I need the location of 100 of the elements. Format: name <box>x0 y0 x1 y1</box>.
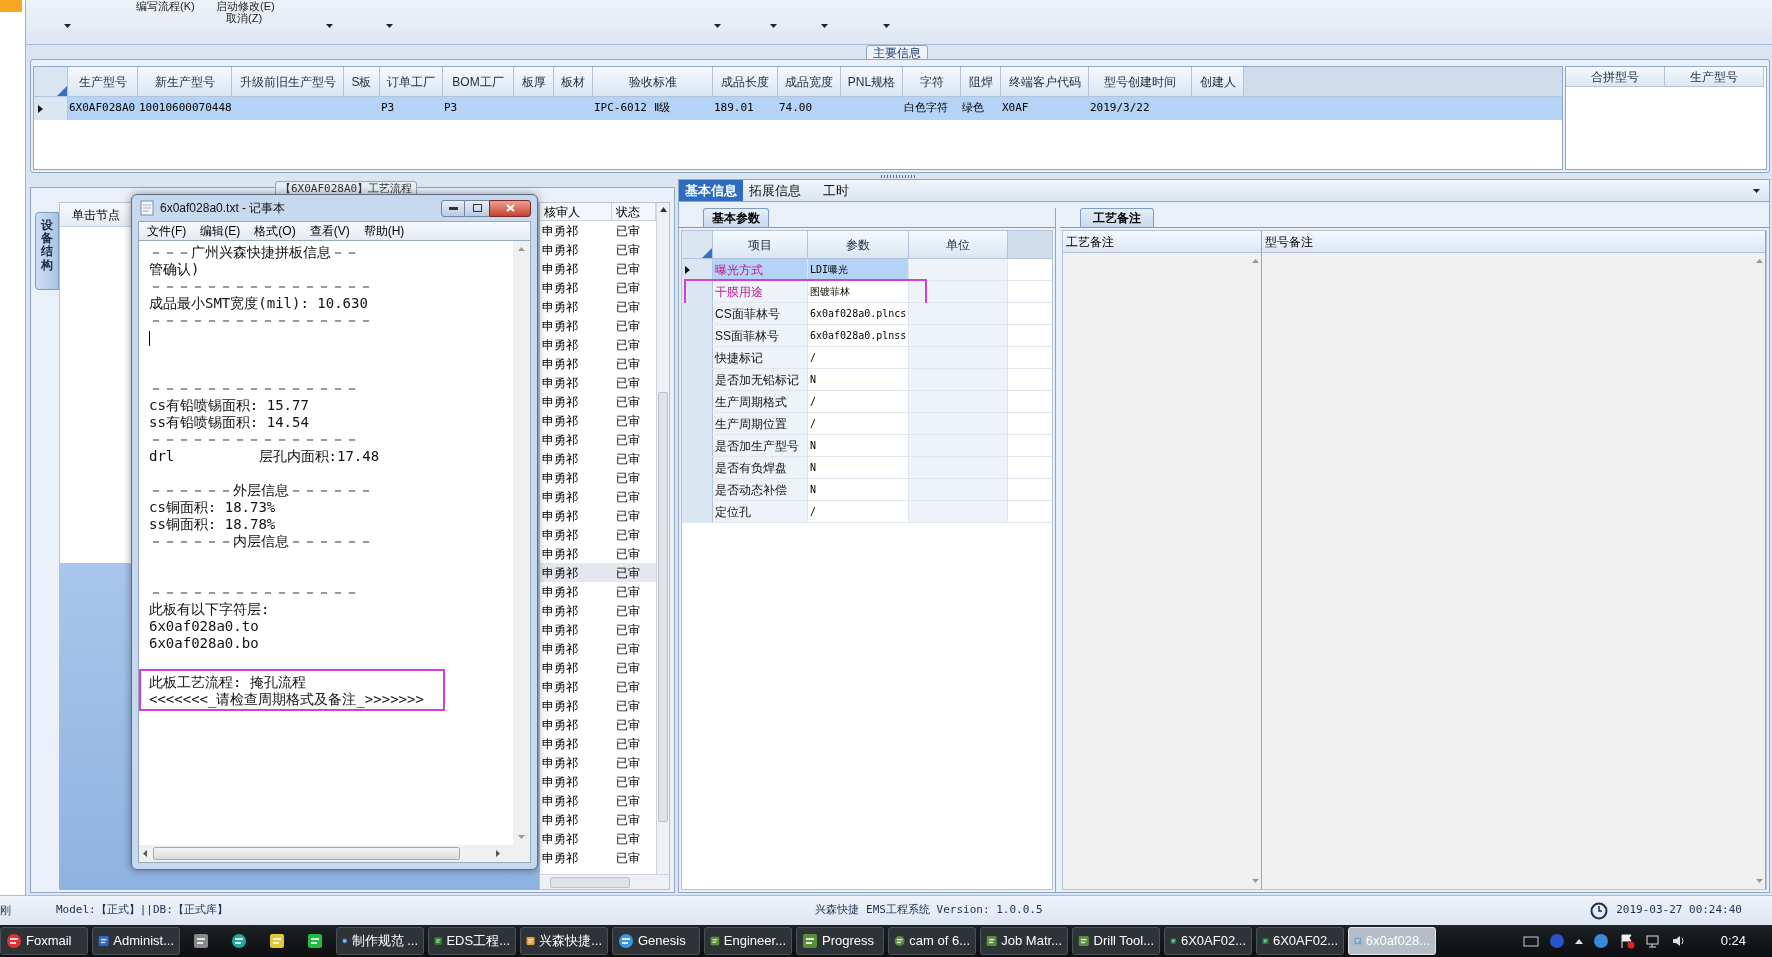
tab[interactable]: 工时 <box>817 180 855 201</box>
scroll-right-icon[interactable] <box>496 850 500 857</box>
column-header[interactable]: BOM工厂 <box>443 67 514 97</box>
column-header[interactable]: 订单工厂 <box>380 67 443 97</box>
column-header[interactable]: 终端客户代码 <box>1001 67 1089 97</box>
dropdown-arrow-icon[interactable] <box>386 24 393 28</box>
column-header[interactable]: 合拼型号 <box>1566 67 1665 87</box>
volume-icon[interactable] <box>1670 933 1687 949</box>
column-header[interactable]: 型号备注 <box>1262 231 1765 253</box>
table-row[interactable]: CS面菲林号 6x0af028a0.plncs <box>682 303 1052 325</box>
column-header[interactable]: 板厚 <box>514 67 554 97</box>
table-row[interactable]: 快捷标记 / <box>682 347 1052 369</box>
help-icon[interactable] <box>1548 933 1565 949</box>
column-header[interactable]: 成品宽度 <box>778 67 841 97</box>
select-all-corner-icon[interactable] <box>702 248 712 258</box>
taskbar-button[interactable]: 6X0AF02... <box>1256 927 1344 955</box>
column-header[interactable]: PNL规格 <box>841 67 903 97</box>
list-row[interactable]: 申勇祁 已审 <box>540 563 656 582</box>
section-tab[interactable]: 基本参数 <box>703 208 769 227</box>
group-title: 主要信息 <box>866 45 928 60</box>
taskbar-button[interactable]: 制作规范 ... <box>336 927 424 955</box>
vertical-scrollbar[interactable] <box>656 203 669 874</box>
network-icon[interactable] <box>1644 933 1661 949</box>
scroll-up-icon[interactable] <box>659 207 667 212</box>
taskbar-button[interactable]: Drill Tool... <box>1072 927 1160 955</box>
column-header[interactable]: 状态 <box>612 203 656 221</box>
column-header[interactable]: 生产型号 <box>68 67 138 97</box>
dropdown-arrow-icon[interactable] <box>714 24 721 28</box>
side-tab[interactable]: 设备结构 <box>35 212 59 290</box>
toolbar-command[interactable]: 取消(Z) <box>226 12 263 24</box>
taskbar-button[interactable]: Progress <box>796 927 884 955</box>
menu-item[interactable]: 编辑(E) <box>200 222 241 240</box>
close-button[interactable] <box>489 199 531 217</box>
column-header[interactable]: 字符 <box>903 67 961 97</box>
taskbar-button[interactable]: 6X0AF02... <box>1164 927 1252 955</box>
table-row[interactable]: 是否有负焊盘 N <box>682 457 1052 479</box>
maximize-button[interactable] <box>465 199 489 217</box>
dropdown-arrow-icon[interactable] <box>64 24 71 28</box>
flag-icon[interactable] <box>1618 933 1635 949</box>
column-header[interactable]: S板 <box>344 67 380 97</box>
column-header[interactable]: 单位 <box>909 231 1008 259</box>
horizontal-scrollbar[interactable] <box>139 845 530 862</box>
show-hidden-icons-icon[interactable] <box>1574 938 1583 944</box>
network-globe-icon[interactable] <box>1592 933 1609 949</box>
text-line: 6x0af028a0.to <box>149 618 259 635</box>
tab[interactable]: 基本信息 <box>679 180 743 201</box>
column-header[interactable]: 参数 <box>808 231 909 259</box>
dropdown-arrow-icon[interactable] <box>1753 188 1760 193</box>
table-cell-text: 已审 <box>615 773 640 791</box>
column-header[interactable]: 创建人 <box>1192 67 1244 97</box>
column-header[interactable]: 核审人 <box>540 203 612 221</box>
column-header[interactable]: 板材 <box>554 67 593 97</box>
menu-item[interactable]: 文件(F) <box>147 222 187 240</box>
toolbar-command[interactable]: 启动修改(E) <box>216 0 275 12</box>
table-cell-text: 已审 <box>615 374 640 392</box>
table-row[interactable]: 是否加无铅标记 N <box>682 369 1052 391</box>
table-row[interactable]: 定位孔 / <box>682 501 1052 523</box>
column-header[interactable]: 阻焊 <box>961 67 1001 97</box>
table-row[interactable]: 生产周期位置 / <box>682 413 1052 435</box>
taskbar-button[interactable]: cam of 6... <box>888 927 976 955</box>
column-header[interactable]: 项目 <box>713 231 808 259</box>
section-tab[interactable]: 工艺备注 <box>1080 208 1154 227</box>
toolbar-command[interactable]: 编写流程(K) <box>136 0 216 12</box>
taskbar-button[interactable]: 兴森快捷... <box>520 927 608 955</box>
horizontal-scrollbar[interactable] <box>540 874 669 889</box>
scroll-left-icon[interactable] <box>143 850 147 857</box>
dropdown-arrow-icon[interactable] <box>770 24 777 28</box>
column-header[interactable]: 生产型号 <box>1665 67 1764 87</box>
menu-item[interactable]: 帮助(H) <box>363 222 405 240</box>
table-row[interactable]: 是否动态补偿 N <box>682 479 1052 501</box>
taskbar-button[interactable]: Genesis <box>612 927 700 955</box>
taskbar-button[interactable]: EDS工程... <box>428 927 516 955</box>
table-row[interactable]: 生产周期格式 / <box>682 391 1052 413</box>
column-header[interactable]: 升级前旧生产型号 <box>232 67 344 97</box>
select-all-corner-icon[interactable] <box>57 86 67 96</box>
table-row[interactable]: 是否加生产型号 N <box>682 435 1052 457</box>
table-row[interactable]: 6X0AF028A0 10010600070448 P3 P3 IPC-6012 Ⅱ级 189.01 74.00 白色字符 绿色 X0AF 2019/3/22 <box>34 97 1562 120</box>
taskbar-button[interactable]: Job Matr... <box>980 927 1068 955</box>
dropdown-arrow-icon[interactable] <box>883 24 890 28</box>
column-header[interactable]: 成品长度 <box>713 67 778 97</box>
column-header[interactable]: 工艺备注 <box>1063 231 1261 253</box>
column-header[interactable]: 新生产型号 <box>138 67 232 97</box>
menu-item[interactable]: 查看(V) <box>309 222 350 240</box>
menu-item[interactable]: 格式(O) <box>254 222 296 240</box>
table-row[interactable]: SS面菲林号 6x0af028a0.plnss <box>682 325 1052 347</box>
table-row[interactable]: 曝光方式 LDI曝光 <box>682 259 1052 281</box>
column-header[interactable]: 验收标准 <box>593 67 713 97</box>
tab[interactable]: 拓展信息 <box>743 180 807 201</box>
keyboard-icon[interactable] <box>1522 935 1539 947</box>
column-header[interactable]: 型号创建时间 <box>1089 67 1192 97</box>
status-text: Model:【正式】||DB:【正式库】 <box>56 902 228 919</box>
clock[interactable]: 0:24 <box>1720 931 1746 951</box>
dropdown-arrow-icon[interactable] <box>821 24 828 28</box>
dropdown-arrow-icon[interactable] <box>326 24 333 28</box>
taskbar-button[interactable]: Administ... <box>92 927 180 955</box>
table-cell-text: 申勇祁 <box>541 792 579 810</box>
splitter-grip[interactable] <box>881 174 917 178</box>
taskbar-button[interactable]: Engineer... <box>704 927 792 955</box>
minimize-button[interactable] <box>441 199 465 217</box>
taskbar-button[interactable]: Foxmail <box>0 927 88 955</box>
